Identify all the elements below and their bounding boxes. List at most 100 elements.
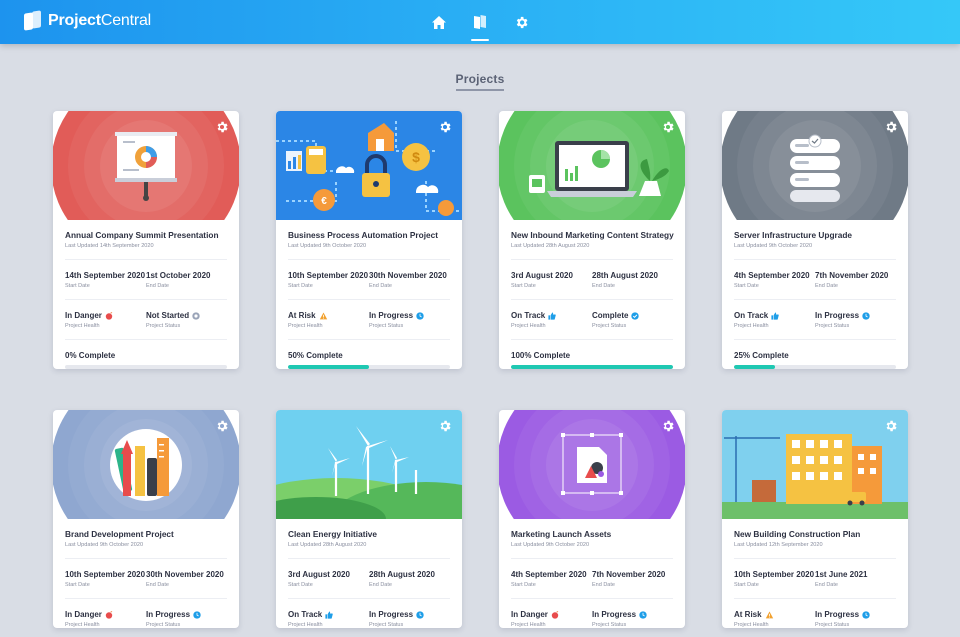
nav-settings[interactable] [511, 12, 531, 32]
project-title[interactable]: Server Infrastructure Upgrade [734, 230, 896, 240]
end-date-label: End Date [146, 283, 169, 289]
project-card[interactable]: Annual Company Summit Presentation Last … [53, 111, 239, 369]
health-label: Project Health [65, 622, 100, 628]
project-hero-image [276, 410, 462, 519]
card-settings-icon[interactable] [215, 120, 229, 134]
project-title[interactable]: New Building Construction Plan [734, 529, 896, 539]
progress-label: 25% Complete [734, 351, 789, 360]
start-date-label: Start Date [288, 582, 313, 588]
last-updated: Last Updated 28th August 2020 [288, 542, 367, 548]
dates-row: 4th September 2020 Start Date 7th Novemb… [734, 259, 896, 289]
end-date-value: 28th August 2020 [369, 570, 435, 579]
progress-label: 0% Complete [65, 351, 116, 360]
health-label: Project Health [734, 323, 769, 329]
brand-illustration [53, 410, 239, 519]
end-date-label: End Date [815, 582, 838, 588]
dates-row: 3rd August 2020 Start Date 28th August 2… [288, 558, 450, 588]
building-illustration [722, 410, 908, 519]
card-settings-icon[interactable] [215, 419, 229, 433]
health-value: At Risk [288, 311, 316, 320]
progress-bar [511, 365, 673, 369]
progress-section: 25% Complete [734, 339, 896, 369]
progress-section: 50% Complete [288, 339, 450, 369]
last-updated: Last Updated 28th August 2020 [511, 243, 590, 249]
health-value: In Danger [511, 610, 548, 619]
last-updated: Last Updated 9th October 2020 [734, 243, 813, 249]
start-date-label: Start Date [65, 582, 90, 588]
app-logo[interactable]: ProjectCentral [24, 10, 152, 31]
nav-projects[interactable] [470, 12, 490, 41]
status-row: On Track Project Health Complete Project… [511, 299, 673, 329]
status-value: Not Started [146, 311, 190, 320]
warning-icon [765, 610, 773, 619]
project-hero-image [499, 410, 685, 519]
not-started-icon [192, 311, 200, 320]
health-label: Project Health [288, 622, 323, 628]
start-date-value: 10th September 2020 [65, 570, 146, 579]
thumbs-up-icon [325, 610, 333, 619]
progress-fill [734, 365, 775, 369]
end-date-value: 1st June 2021 [815, 570, 868, 579]
end-date-label: End Date [369, 283, 392, 289]
end-date-label: End Date [146, 582, 169, 588]
last-updated: Last Updated 9th October 2020 [65, 542, 144, 548]
start-date-value: 14th September 2020 [65, 271, 146, 280]
status-label: Project Status [592, 622, 627, 628]
project-title[interactable]: Marketing Launch Assets [511, 529, 673, 539]
start-date-label: Start Date [288, 283, 313, 289]
progress-label: 100% Complete [511, 351, 571, 360]
projects-icon [474, 15, 486, 29]
last-updated: Last Updated 12th September 2020 [734, 542, 823, 548]
project-title[interactable]: Brand Development Project [65, 529, 227, 539]
project-title[interactable]: Annual Company Summit Presentation [65, 230, 227, 240]
in-progress-icon [862, 311, 870, 320]
card-settings-icon[interactable] [438, 419, 452, 433]
card-settings-icon[interactable] [884, 120, 898, 134]
status-label: Project Status [815, 323, 850, 329]
dates-row: 14th September 2020 Start Date 1st Octob… [65, 259, 227, 289]
status-label: Project Status [369, 323, 404, 329]
progress-section: 0% Complete [65, 339, 227, 369]
status-value: In Progress [369, 610, 414, 619]
status-label: Project Status [146, 323, 181, 329]
dates-row: 4th September 2020 Start Date 7th Novemb… [511, 558, 673, 588]
card-settings-icon[interactable] [661, 419, 675, 433]
card-settings-icon[interactable] [438, 120, 452, 134]
status-value: Complete [592, 311, 629, 320]
end-date-value: 1st October 2020 [146, 271, 211, 280]
health-label: Project Health [65, 323, 100, 329]
start-date-label: Start Date [65, 283, 90, 289]
project-card[interactable]: New Inbound Marketing Content Strategy L… [499, 111, 685, 369]
project-card[interactable]: $ € Business Process Automation Project … [276, 111, 462, 369]
warning-icon [319, 311, 327, 320]
page-title: Projects [455, 72, 505, 91]
start-date-value: 4th September 2020 [734, 271, 810, 280]
progress-fill [288, 365, 369, 369]
logo-text: ProjectCentral [48, 12, 152, 29]
project-card[interactable]: Clean Energy Initiative Last Updated 28t… [276, 410, 462, 628]
health-label: Project Health [288, 323, 323, 329]
status-value: In Progress [592, 610, 637, 619]
card-settings-icon[interactable] [884, 419, 898, 433]
project-card[interactable]: Brand Development Project Last Updated 9… [53, 410, 239, 628]
start-date-label: Start Date [734, 582, 759, 588]
status-row: At Risk Project Health In Progress Proje… [734, 598, 896, 628]
project-hero-image: $ € [276, 111, 462, 220]
nav-home[interactable] [429, 12, 449, 32]
status-row: On Track Project Health In Progress Proj… [288, 598, 450, 628]
end-date-label: End Date [369, 582, 392, 588]
end-date-value: 7th November 2020 [815, 271, 889, 280]
last-updated: Last Updated 9th October 2020 [288, 243, 367, 249]
card-settings-icon[interactable] [661, 120, 675, 134]
project-title[interactable]: Clean Energy Initiative [288, 529, 450, 539]
project-hero-image [499, 111, 685, 220]
project-card[interactable]: Server Infrastructure Upgrade Last Updat… [722, 111, 908, 369]
energy-illustration [276, 410, 462, 519]
project-card[interactable]: Marketing Launch Assets Last Updated 9th… [499, 410, 685, 628]
project-title[interactable]: Business Process Automation Project [288, 230, 450, 240]
in-progress-icon [639, 610, 647, 619]
in-progress-icon [862, 610, 870, 619]
project-title[interactable]: New Inbound Marketing Content Strategy [511, 230, 674, 240]
project-card[interactable]: New Building Construction Plan Last Upda… [722, 410, 908, 628]
health-label: Project Health [734, 622, 769, 628]
